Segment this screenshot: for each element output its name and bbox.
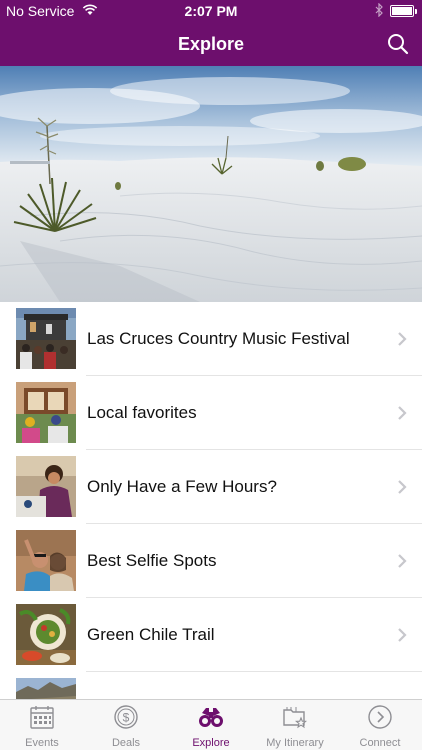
hero-image[interactable] bbox=[0, 66, 422, 302]
couple-selfie-photo bbox=[16, 530, 76, 591]
list-item[interactable]: Las Cruces Country Music Festival bbox=[0, 302, 422, 376]
dollar-coin-icon: $ bbox=[114, 705, 138, 729]
list-item-label: Las Cruces Country Music Festival bbox=[87, 329, 350, 348]
restaurant-patio-photo bbox=[16, 382, 76, 443]
tab-label: Connect bbox=[359, 737, 401, 749]
list-item-label: Local favorites bbox=[87, 403, 197, 422]
tab-label: Explore bbox=[192, 737, 230, 749]
market-shopper-photo bbox=[16, 456, 76, 517]
tab-label: Events bbox=[25, 737, 59, 749]
svg-text:$: $ bbox=[123, 711, 130, 725]
arrow-circle-icon bbox=[368, 705, 392, 729]
battery-icon bbox=[390, 5, 417, 17]
folder-star-icon bbox=[283, 707, 308, 729]
calendar-icon bbox=[30, 706, 54, 729]
festival-stage-photo bbox=[16, 308, 76, 369]
list-item-label: Green Chile Trail bbox=[87, 625, 215, 644]
bluetooth-icon bbox=[375, 3, 383, 17]
chevron-right-icon bbox=[398, 628, 407, 642]
chevron-right-icon bbox=[398, 406, 407, 420]
tab-events[interactable]: Events bbox=[0, 700, 84, 750]
search-icon[interactable] bbox=[386, 32, 410, 56]
status-bar: No Service 2:07 PM bbox=[0, 0, 422, 22]
white-sands-landscape-image bbox=[0, 66, 422, 302]
navigation-bar: Explore bbox=[0, 22, 422, 66]
chevron-right-icon bbox=[398, 480, 407, 494]
tab-my-itinerary[interactable]: My Itinerary bbox=[253, 700, 337, 750]
clock: 2:07 PM bbox=[184, 3, 238, 19]
tab-explore[interactable]: Explore bbox=[169, 700, 253, 750]
list-item[interactable]: Green Chile Trail bbox=[0, 598, 422, 672]
list-item-label: Best Selfie Spots bbox=[87, 551, 217, 570]
list-item[interactable]: Local favorites bbox=[0, 376, 422, 450]
tab-connect[interactable]: Connect bbox=[338, 700, 422, 750]
list-item[interactable]: Best Selfie Spots bbox=[0, 524, 422, 598]
binoculars-icon bbox=[199, 708, 223, 727]
page-title: Explore bbox=[177, 34, 245, 54]
list-item-label: Only Have a Few Hours? bbox=[87, 477, 277, 496]
list-item[interactable]: Only Have a Few Hours? bbox=[0, 450, 422, 524]
tab-label: Deals bbox=[111, 737, 141, 749]
tab-bar: Events $ Deals Explore My Itinerary Conn… bbox=[0, 699, 422, 750]
chevron-right-icon bbox=[398, 332, 407, 346]
tab-deals[interactable]: $ Deals bbox=[84, 700, 168, 750]
green-chile-dish-photo bbox=[16, 604, 76, 665]
chevron-right-icon bbox=[398, 554, 407, 568]
tab-label: My Itinerary bbox=[266, 737, 324, 749]
